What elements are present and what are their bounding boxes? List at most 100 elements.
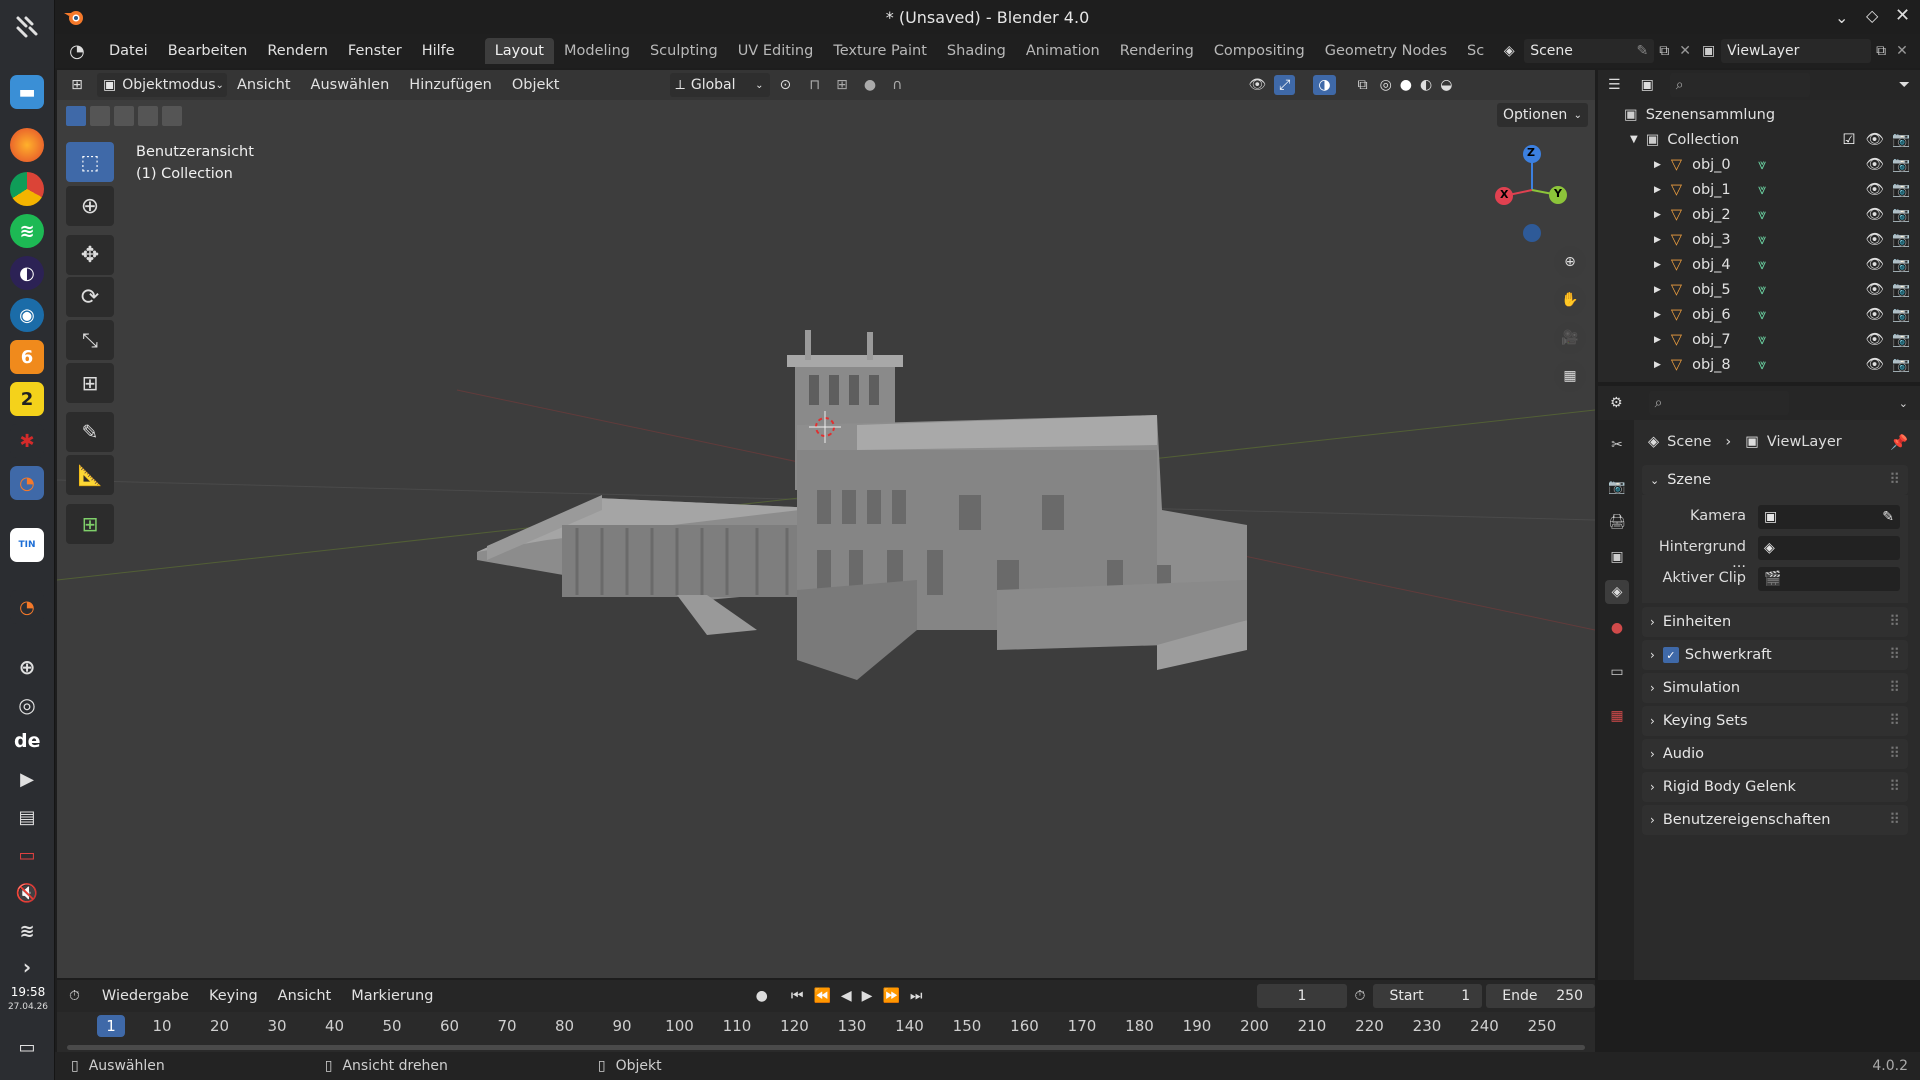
panel-szene[interactable]: ⌄ Szene ⠿ xyxy=(1642,465,1908,495)
visibility-icon[interactable]: 👁 xyxy=(1240,77,1274,93)
drag-handle-icon[interactable]: ⠿ xyxy=(1889,812,1900,828)
expand-arrow-icon[interactable]: ▶ xyxy=(1654,310,1661,320)
outliner-collection[interactable]: ▼ ▣ Collection ☑ 👁 📷 xyxy=(1598,127,1920,152)
drag-handle-icon[interactable]: ⠿ xyxy=(1889,647,1900,663)
jump-end-icon[interactable]: ⏭ xyxy=(905,988,928,1004)
tab-tool[interactable]: ✂ xyxy=(1605,433,1629,457)
menu-bearbeiten[interactable]: Bearbeiten xyxy=(158,43,258,59)
outliner-object-row[interactable]: ▶ ▽ obj_7 ⩔ 👁 📷 xyxy=(1598,327,1920,352)
menu-timeline-ansicht[interactable]: Ansicht xyxy=(268,988,342,1004)
aktiver-clip-field[interactable]: 🎬 xyxy=(1758,567,1900,591)
steam-icon[interactable]: ◉ xyxy=(10,298,44,332)
tab-texture-paint[interactable]: Texture Paint xyxy=(823,38,937,64)
tab-rendering[interactable]: Rendering xyxy=(1110,38,1204,64)
pin-icon[interactable]: ✎ xyxy=(1636,43,1648,59)
panel-simulation[interactable]: › Simulation ⠿ xyxy=(1642,673,1908,703)
rendered-shading-icon[interactable]: ◒ xyxy=(1436,77,1456,93)
render-camera-icon[interactable]: 📷 xyxy=(1892,306,1910,323)
play-icon[interactable]: ▶ xyxy=(857,988,878,1004)
transform-orientation[interactable]: ⟂ Global ⌄ xyxy=(669,73,770,97)
stopwatch-icon[interactable]: ⏱ xyxy=(1347,988,1374,1004)
menu-markierung[interactable]: Markierung xyxy=(341,988,443,1004)
eye-icon[interactable]: 👁 xyxy=(1866,156,1884,173)
expand-arrow-icon[interactable]: ▶ xyxy=(1654,360,1661,370)
play-reverse-icon[interactable]: ◀ xyxy=(836,988,857,1004)
outliner-search[interactable]: ⌕ xyxy=(1669,73,1810,97)
editor-type-icon[interactable]: ⊞ xyxy=(57,77,97,93)
render-camera-icon[interactable]: 📷 xyxy=(1892,181,1910,198)
new-scene-icon[interactable]: ⧉ xyxy=(1654,43,1674,59)
falloff-icon[interactable]: ∩ xyxy=(884,77,910,93)
mesh-data-icon[interactable]: ⩔ xyxy=(1758,332,1766,348)
select-box-tool[interactable]: ⬚ xyxy=(66,142,114,182)
app-six-icon[interactable]: 6 xyxy=(10,340,44,374)
panel-rigid-body-gelenk[interactable]: › Rigid Body Gelenk ⠿ xyxy=(1642,772,1908,802)
transform-tool[interactable]: ⊞ xyxy=(66,363,114,403)
scene-selector[interactable]: Scene ✎ xyxy=(1524,39,1655,63)
rotate-tool[interactable]: ⟳ xyxy=(66,277,114,317)
close-icon[interactable]: ✕ xyxy=(1895,5,1910,26)
outliner-object-row[interactable]: ▶ ▽ obj_1 ⩔ 👁 📷 xyxy=(1598,177,1920,202)
filter-icon[interactable]: ⏷ xyxy=(1889,77,1920,93)
outliner-object-row[interactable]: ▶ ▽ obj_0 ⩔ 👁 📷 xyxy=(1598,152,1920,177)
select-new-icon[interactable] xyxy=(66,106,86,126)
add-cube-tool[interactable]: ⊞ xyxy=(66,504,114,544)
expand-arrow-icon[interactable]: ▶ xyxy=(1654,160,1661,170)
gravity-checkbox[interactable]: ✓ xyxy=(1662,647,1679,663)
annotate-tool[interactable]: ✎ xyxy=(66,412,114,452)
start-frame-field[interactable]: Start 1 xyxy=(1373,984,1483,1008)
app-launcher-icon[interactable] xyxy=(12,12,42,42)
mesh-data-icon[interactable]: ⩔ xyxy=(1758,257,1766,273)
select-extend-icon[interactable] xyxy=(90,106,110,126)
collapse-icon[interactable]: ▼ xyxy=(1630,134,1638,145)
gizmo-icon[interactable]: ⤢ xyxy=(1274,75,1296,95)
select-subtract-icon[interactable] xyxy=(114,106,134,126)
eyedropper-icon[interactable]: ✎ xyxy=(1882,509,1894,525)
timeline-scrollbar[interactable] xyxy=(67,1045,1585,1050)
render-camera-icon[interactable]: 📷 xyxy=(1892,206,1910,223)
files-icon[interactable]: ▬ xyxy=(10,75,44,109)
render-camera-icon[interactable]: 📷 xyxy=(1892,281,1910,298)
keyboard-language[interactable]: de xyxy=(14,730,41,752)
battery-icon[interactable]: ▭ xyxy=(10,838,44,872)
properties-search[interactable]: ⌕ xyxy=(1648,391,1789,415)
tab-sculpting[interactable]: Sculpting xyxy=(640,38,728,64)
mesh-data-icon[interactable]: ⩔ xyxy=(1758,232,1766,248)
measure-tool[interactable]: 📐 xyxy=(66,455,114,495)
3d-viewport[interactable] xyxy=(57,70,1595,978)
display-mode-icon[interactable]: ▣ xyxy=(1631,77,1664,93)
eye-icon[interactable]: 👁 xyxy=(1866,256,1884,273)
expand-tray-icon[interactable]: › xyxy=(10,950,44,984)
mode-selector[interactable]: ▣ Objektmodus ⌄ xyxy=(97,73,227,97)
eye-icon[interactable]: 👁 xyxy=(1866,356,1884,373)
eye-icon[interactable]: 👁 xyxy=(1866,181,1884,198)
app-star-icon[interactable]: ✱ xyxy=(10,424,44,458)
steam-tray-icon[interactable]: ◎ xyxy=(10,688,44,722)
new-viewlayer-icon[interactable]: ⧉ xyxy=(1871,43,1891,59)
spotify-icon[interactable]: ≋ xyxy=(10,214,44,248)
viewlayer-selector[interactable]: ViewLayer xyxy=(1721,39,1872,63)
outliner-object-row[interactable]: ▶ ▽ obj_3 ⩔ 👁 📷 xyxy=(1598,227,1920,252)
eye-icon[interactable]: 👁 xyxy=(1866,306,1884,323)
expand-arrow-icon[interactable]: ▶ xyxy=(1654,260,1661,270)
eye-icon[interactable]: 👁 xyxy=(1866,206,1884,223)
menu-ansicht[interactable]: Ansicht xyxy=(227,77,301,93)
drag-handle-icon[interactable]: ⠿ xyxy=(1889,614,1900,630)
mesh-data-icon[interactable]: ⩔ xyxy=(1758,157,1766,173)
zoom-button[interactable]: ⊕ xyxy=(1554,246,1586,278)
select-intersect-icon[interactable] xyxy=(162,106,182,126)
tab-geometry-nodes[interactable]: Geometry Nodes xyxy=(1315,38,1457,64)
end-frame-field[interactable]: Ende 250 xyxy=(1486,984,1595,1008)
properties-type-icon[interactable]: ⚙ xyxy=(1598,395,1635,411)
tab-scene[interactable]: ◈ xyxy=(1605,580,1629,604)
drag-handle-icon[interactable]: ⠿ xyxy=(1889,472,1900,488)
menu-wiedergabe[interactable]: Wiedergabe xyxy=(92,988,199,1004)
clock-time[interactable]: 19:58 xyxy=(8,985,48,999)
firefox-icon[interactable] xyxy=(10,128,44,162)
chrome-icon[interactable] xyxy=(10,172,44,206)
prev-keyframe-icon[interactable]: ⏪ xyxy=(808,988,835,1004)
show-desktop-icon[interactable]: ▭ xyxy=(10,1030,44,1064)
menu-datei[interactable]: Datei xyxy=(99,43,158,59)
timeline-type-icon[interactable]: ⏱ xyxy=(57,988,92,1004)
delete-scene-icon[interactable]: ✕ xyxy=(1674,43,1696,59)
